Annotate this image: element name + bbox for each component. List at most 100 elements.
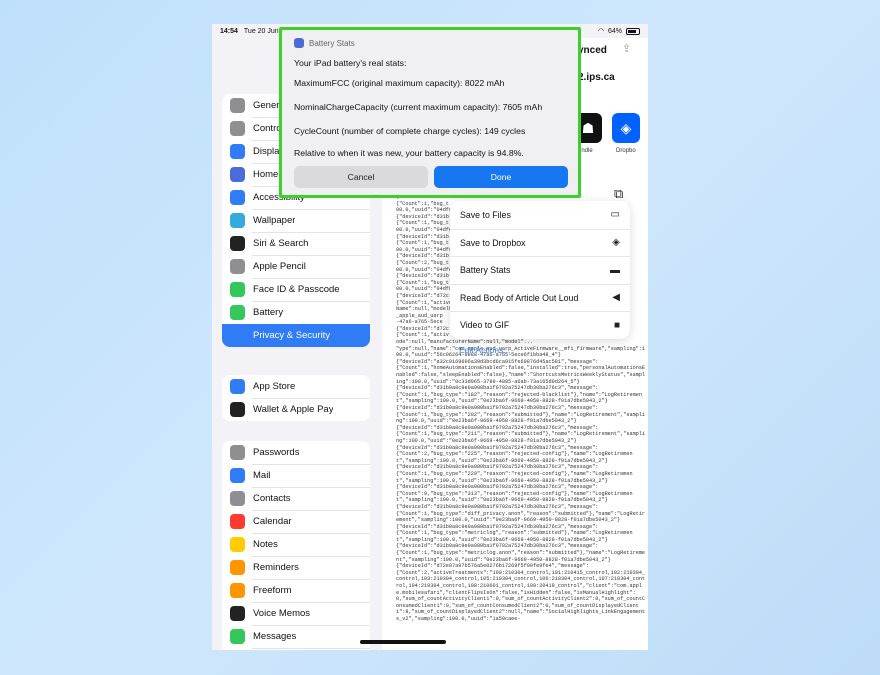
home-indicator[interactable] (360, 640, 446, 644)
sidebar-item-label: Messages (253, 631, 297, 642)
alert-line-capacity-percent: Relative to when it was new, your batter… (294, 148, 524, 158)
sidebar-item-label: App Store (253, 381, 296, 392)
dropbox-icon: ◈ (612, 237, 620, 249)
sidebar-item-label: Mail (253, 470, 271, 481)
share-action-video-to-gif[interactable]: Video to GIF ■ (450, 311, 630, 339)
filename-fragment: 2.ips.ca (578, 72, 615, 83)
flower-icon (230, 213, 245, 228)
sidebar-item-contacts[interactable]: Contacts (222, 487, 370, 510)
share-app-row: ☗ ◈ (574, 113, 640, 143)
sidebar-item-label: Reminders (253, 562, 299, 573)
contacts-icon (230, 491, 245, 506)
sidebar-item-label: Battery (253, 307, 284, 318)
notes-icon (230, 537, 245, 552)
share-action-label: Battery Stats (460, 265, 511, 276)
settings-group-apps: Passwords Mail Contacts Calendar Notes Remind… (222, 441, 370, 650)
alert-line-intro: Your iPad battery's real stats: (294, 58, 407, 68)
sidebar-item-passwords[interactable]: Passwords (222, 441, 370, 464)
status-right: ◠ 64% (598, 27, 640, 35)
calendar-icon (230, 514, 245, 529)
sidebar-item-freeform[interactable]: Freeform (222, 579, 370, 602)
edit-actions-link[interactable]: Edit Actions... (459, 345, 511, 355)
battery-indicator-icon (626, 27, 640, 35)
switches-icon (230, 121, 245, 136)
sidebar-item-label: Apple Pencil (253, 261, 306, 272)
sidebar-item-label: Freeform (253, 585, 292, 596)
sidebar-item-label: Passwords (253, 447, 300, 458)
sidebar-item-voice-memos[interactable]: Voice Memos (222, 602, 370, 625)
hand-icon (230, 328, 245, 343)
sidebar-item-label: Privacy & Security (253, 330, 331, 341)
share-action-label: Read Body of Article Out Loud (460, 292, 579, 303)
wifi-icon: ◠ (597, 28, 604, 35)
share-action-save-to-dropbox[interactable]: Save to Dropbox ◈ (450, 228, 630, 256)
sidebar-item-label: Contacts (253, 493, 291, 504)
dropbox-icon[interactable]: ◈ (612, 113, 640, 143)
key-icon (230, 445, 245, 460)
battery-icon (230, 305, 245, 320)
app-label-dropbox: Dropbo (616, 148, 636, 154)
reminders-icon (230, 560, 245, 575)
mail-icon (230, 468, 245, 483)
alert-line-max-fcc: MaximumFCC (original maximum capacity): … (294, 78, 505, 88)
sidebar-item-privacy-security[interactable]: Privacy & Security (222, 324, 370, 347)
appstore-icon (230, 379, 245, 394)
done-button[interactable]: Done (434, 166, 568, 188)
cancel-button[interactable]: Cancel (294, 166, 428, 188)
voicememo-icon (230, 606, 245, 621)
header-synced-text: ynced (578, 45, 607, 56)
share-icon[interactable]: ⇪ (622, 42, 638, 58)
sidebar-item-wallet-apple-pay[interactable]: Wallet & Apple Pay (222, 398, 370, 421)
alert-app-name: Battery Stats (309, 38, 355, 48)
sidebar-item-reminders[interactable]: Reminders (222, 556, 370, 579)
freeform-icon (230, 583, 245, 598)
settings-group-store: App Store Wallet & Apple Pay (222, 375, 370, 421)
battery-percent: 64% (607, 27, 622, 35)
alert-line-nominal-capacity: NominalChargeCapacity (current maximum c… (294, 102, 543, 112)
speaker-icon: ◀ (612, 292, 620, 304)
status-time: 14:54 (220, 27, 238, 35)
video-icon: ■ (613, 319, 620, 331)
sidebar-item-label: Notes (253, 539, 278, 550)
siri-icon (230, 236, 245, 251)
sidebar-item-battery[interactable]: Battery (222, 301, 370, 324)
sidebar-item-label: Wallet & Apple Pay (253, 404, 334, 415)
accessibility-icon (230, 190, 245, 205)
sidebar-item-wallpaper[interactable]: Wallpaper (222, 209, 370, 232)
sidebar-item-label: Siri & Search (253, 238, 309, 249)
sidebar-item-calendar[interactable]: Calendar (222, 510, 370, 533)
sidebar-item-label: Wallpaper (253, 215, 296, 226)
gear-icon (230, 98, 245, 113)
battery-icon: ▬ (610, 264, 620, 276)
app-label-kindle: indle (580, 148, 593, 154)
pencil-icon (230, 259, 245, 274)
faceid-icon (230, 282, 245, 297)
share-action-label: Video to GIF (460, 320, 510, 331)
messages-icon (230, 629, 245, 644)
text-size-icon (230, 144, 245, 159)
sidebar-item-facetime[interactable]: FaceTime (222, 648, 370, 650)
sidebar-item-messages[interactable]: Messages (222, 625, 370, 648)
share-action-label: Save to Files (460, 209, 511, 220)
share-action-read-body-of-article-out-loud[interactable]: Read Body of Article Out Loud ◀ (450, 283, 630, 311)
share-action-save-to-files[interactable]: Save to Files ▭ (450, 201, 630, 229)
sidebar-item-face-id-passcode[interactable]: Face ID & Passcode (222, 278, 370, 301)
alert-line-cycle-count: CycleCount (number of complete charge cy… (294, 126, 526, 136)
battery-stats-alert: Battery Stats Your iPad battery's real s… (279, 27, 581, 198)
sidebar-item-label: Voice Memos (253, 608, 311, 619)
sidebar-item-mail[interactable]: Mail (222, 464, 370, 487)
share-action-battery-stats[interactable]: Battery Stats ▬ (450, 256, 630, 284)
sidebar-item-siri-search[interactable]: Siri & Search (222, 232, 370, 255)
sidebar-item-label: Calendar (253, 516, 292, 527)
sidebar-item-label: Face ID & Passcode (253, 284, 340, 295)
share-action-label: Save to Dropbox (460, 237, 526, 248)
grid-icon (230, 167, 245, 182)
alert-header: Battery Stats (294, 38, 355, 48)
sidebar-item-app-store[interactable]: App Store (222, 375, 370, 398)
share-actions-list: Save to Files ▭ Save to Dropbox ◈ Battery St… (450, 201, 630, 339)
sidebar-item-notes[interactable]: Notes (222, 533, 370, 556)
sidebar-item-apple-pencil[interactable]: Apple Pencil (222, 255, 370, 278)
wallet-icon (230, 402, 245, 417)
shortcuts-app-icon (294, 38, 304, 48)
folder-icon: ▭ (610, 209, 620, 221)
